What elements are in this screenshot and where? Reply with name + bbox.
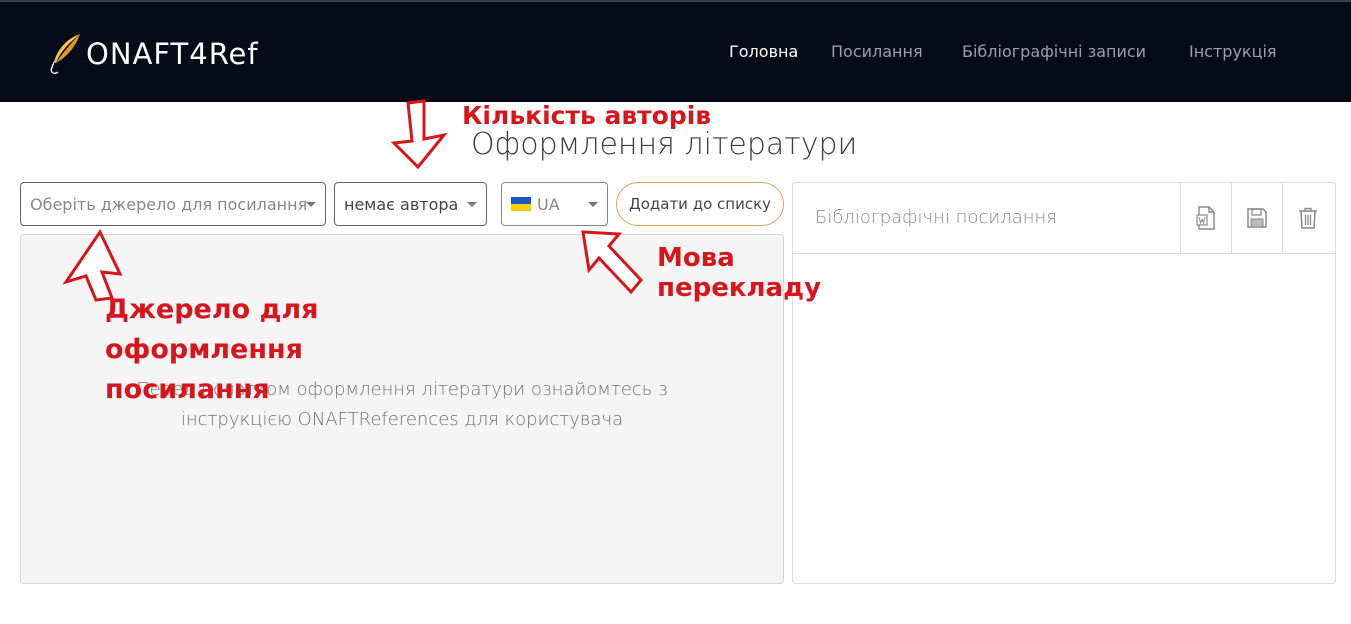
- authors-count-select[interactable]: немає автора: [334, 182, 487, 226]
- page-title: Оформлення літератури: [471, 127, 858, 162]
- annotation-source-line-3: посилання: [105, 374, 270, 405]
- nav-instructions[interactable]: Інструкція: [1189, 42, 1277, 61]
- bibliography-panel-header: Бібліографічні посилання: [793, 183, 1335, 254]
- nav-references[interactable]: Посилання: [831, 42, 923, 61]
- source-select[interactable]: Оберіть джерело для посилання: [20, 182, 326, 226]
- nav-home[interactable]: Головна: [729, 42, 798, 61]
- annotation-source-line-1: Джерело для: [105, 294, 319, 325]
- chevron-down-icon: [467, 202, 477, 207]
- chevron-down-icon: [306, 202, 316, 207]
- source-select-value: Оберіть джерело для посилання: [30, 194, 308, 214]
- bibliography-panel-title: Бібліографічні посилання: [815, 207, 1057, 228]
- export-word-button[interactable]: [1180, 183, 1231, 253]
- language-value: UA: [537, 194, 560, 214]
- ukraine-flag-icon: [511, 197, 531, 211]
- trash-icon: [1299, 207, 1317, 229]
- annotation-source: Джерело для оформлення посилання: [105, 290, 319, 410]
- language-select[interactable]: UA: [501, 182, 608, 226]
- chevron-down-icon: [588, 202, 598, 207]
- top-navbar: ONAFT4Ref Головна Посилання Бібліографіч…: [0, 0, 1351, 102]
- annotation-translation-line-2: перекладу: [657, 273, 822, 303]
- quill-logo-icon: [50, 34, 80, 74]
- bibliography-panel: Бібліографічні посилання: [792, 182, 1336, 584]
- save-icon: [1247, 208, 1267, 228]
- clear-list-button[interactable]: [1282, 183, 1333, 253]
- annotation-arrow-down-icon: [390, 99, 448, 170]
- annotation-authors-count: Кількість авторів: [462, 101, 712, 130]
- annotation-translation-line-1: Мова: [657, 243, 735, 273]
- annotation-source-line-2: оформлення: [105, 334, 304, 365]
- authors-count-value: немає автора: [344, 194, 459, 214]
- nav-bibliographic-records[interactable]: Бібліографічні записи: [962, 42, 1146, 61]
- save-button[interactable]: [1231, 183, 1282, 253]
- annotation-translation-language: Мова перекладу: [657, 243, 821, 303]
- brand-name: ONAFT4Ref: [86, 37, 259, 71]
- word-export-icon: [1196, 206, 1215, 230]
- annotation-arrow-up-left-icon: [581, 230, 644, 295]
- add-to-list-button[interactable]: Додати до списку: [616, 182, 784, 226]
- brand[interactable]: ONAFT4Ref: [46, 32, 259, 76]
